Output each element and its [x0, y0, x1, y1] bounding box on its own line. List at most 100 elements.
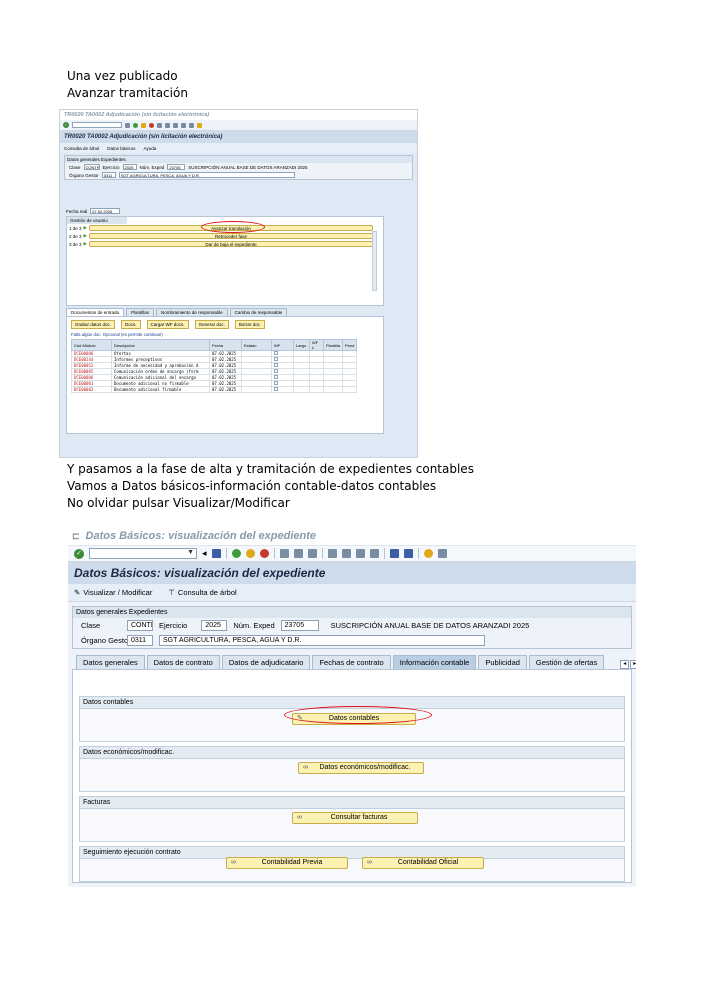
- back-icon[interactable]: [231, 549, 241, 558]
- section-title: Facturas: [80, 797, 624, 809]
- table-header-row: Cód Módulo Descripción Fecha Estado WF L…: [71, 339, 358, 351]
- document-buttons: Grabar datos doc. Docs. Cargar WF docs. …: [67, 317, 383, 332]
- ejercicio-label: Ejercicio: [102, 164, 120, 170]
- shortcut-icon[interactable]: [403, 549, 413, 558]
- previous-page-icon[interactable]: [341, 549, 351, 558]
- docs-button[interactable]: Docs.: [121, 320, 141, 329]
- num-exped-field[interactable]: 23705: [280, 620, 319, 631]
- find-icon[interactable]: [165, 122, 170, 128]
- num-exped-field[interactable]: 23705: [167, 164, 186, 170]
- middle-line: Vamos a Datos básicos-información contab…: [67, 479, 437, 493]
- enter-icon[interactable]: ✓: [63, 122, 69, 128]
- tab-gestion-ofertas[interactable]: Gestión de ofertas: [528, 655, 605, 669]
- table-row[interactable]: DCE00002 Documento adicional firmable 07.0…: [71, 386, 358, 393]
- new-session-icon[interactable]: [189, 122, 194, 128]
- tab-nombramiento[interactable]: Nombramiento de responsable: [156, 308, 228, 316]
- help-icon[interactable]: [197, 122, 202, 128]
- new-session-icon[interactable]: [389, 549, 399, 558]
- fecha-field[interactable]: 07.02.2025: [90, 208, 121, 214]
- group-title: Datos generales Expedientes: [65, 156, 412, 163]
- next-page-icon[interactable]: [355, 549, 365, 558]
- first-page-icon[interactable]: [327, 549, 337, 558]
- visualizar-modificar-button[interactable]: ✎ Visualizar / Modificar: [74, 588, 152, 597]
- command-field[interactable]: [72, 122, 122, 128]
- vertical-scrollbar[interactable]: [372, 231, 377, 291]
- first-page-icon[interactable]: [173, 122, 178, 128]
- enter-icon[interactable]: ✓: [74, 548, 84, 559]
- organo-desc-field: SGT AGRICULTURA, PESCA, AGUA Y D.R.: [118, 172, 295, 178]
- contabilidad-oficial-button[interactable]: ∞ Contabilidad Oficial: [362, 857, 484, 869]
- retroceder-fase-button[interactable]: Retroceder fase: [88, 233, 373, 239]
- highlight-ellipse: [284, 706, 432, 724]
- clase-label: Clase: [81, 621, 101, 630]
- last-page-icon[interactable]: [181, 122, 186, 128]
- organo-field[interactable]: 0311: [101, 172, 116, 178]
- window-menu-icon[interactable]: ⊏: [72, 531, 80, 542]
- middle-text: Y pasamos a la fase de alta y tramitació…: [67, 461, 474, 512]
- clase-field[interactable]: CONTR: [83, 164, 100, 170]
- tab-next-icon[interactable]: ▸: [630, 660, 636, 669]
- tab-datos-generales[interactable]: Datos generales: [76, 655, 145, 669]
- borrar-doc-button[interactable]: Borrar doc.: [234, 320, 266, 329]
- tab-prev-icon[interactable]: ◂: [620, 660, 630, 669]
- datos-economicos-button[interactable]: ∞ Datos económicos/modificac.: [298, 762, 424, 774]
- fecha-label: Fecha real: [66, 208, 88, 214]
- tab-plantillas[interactable]: Plantillas: [126, 308, 155, 316]
- exit-icon[interactable]: [245, 549, 255, 558]
- section-title: Seguimiento ejecución contrato: [80, 847, 624, 859]
- application-toolbar: ✎ Visualizar / Modificar ⊤ Consulta de árb…: [68, 584, 636, 602]
- missing-doc-note: Falta algún doc. Opcional (es permite co…: [71, 332, 163, 337]
- collapse-icon[interactable]: ◂: [202, 548, 207, 559]
- contabilidad-previa-button[interactable]: ∞ Contabilidad Previa: [226, 857, 348, 869]
- group-title: Datos generales Expedientes: [73, 607, 631, 618]
- cancel-icon[interactable]: [149, 122, 154, 128]
- print-icon[interactable]: [157, 122, 162, 128]
- save-icon[interactable]: [211, 549, 221, 558]
- wf-checkbox[interactable]: [274, 375, 278, 379]
- ejercicio-field[interactable]: 2025: [201, 620, 228, 631]
- wf-checkbox[interactable]: [274, 357, 278, 361]
- consultar-facturas-button[interactable]: ∞ Consultar facturas: [292, 812, 418, 824]
- wf-checkbox[interactable]: [274, 387, 278, 391]
- exit-icon[interactable]: [141, 122, 146, 128]
- tab-fechas-contrato[interactable]: Fechas de contrato: [312, 655, 391, 669]
- wf-checkbox[interactable]: [274, 351, 278, 355]
- cargar-wf-docs-button[interactable]: Cargar WF docs.: [146, 320, 189, 329]
- find-next-icon[interactable]: [307, 549, 317, 558]
- facturas-section: Facturas ∞ Consultar facturas: [79, 796, 625, 842]
- basic-data-button[interactable]: Datos básicos: [107, 146, 135, 151]
- consulta-arbol-button[interactable]: ⊤ Consulta de árbol: [168, 588, 236, 597]
- step-icon: ▶: [83, 233, 87, 238]
- tab-datos-contrato[interactable]: Datos de contrato: [146, 655, 220, 669]
- tab-datos-adjudicatario[interactable]: Datos de adjudicatario: [221, 655, 311, 669]
- find-icon[interactable]: [293, 549, 303, 558]
- tree-view-button[interactable]: Consulta de árbol: [64, 146, 99, 151]
- tab-documentos-entrada[interactable]: Documentos de entrada: [66, 308, 125, 316]
- grabar-datos-doc-button[interactable]: Grabar datos doc.: [71, 320, 116, 329]
- clase-field[interactable]: CONTR: [127, 620, 153, 631]
- intro-line: Avanzar tramitación: [67, 86, 188, 100]
- help-icon[interactable]: [423, 549, 433, 558]
- organo-desc-field: SGT AGRICULTURA, PESCA, AGUA Y D.R.: [159, 635, 485, 646]
- organo-field[interactable]: 0311: [127, 635, 153, 646]
- cancel-icon[interactable]: [259, 549, 269, 558]
- tab-publicidad[interactable]: Publicidad: [478, 655, 527, 669]
- help-button[interactable]: Ayuda: [144, 146, 157, 151]
- back-icon[interactable]: [133, 122, 138, 128]
- tab-informacion-contable[interactable]: Información contable: [392, 655, 477, 669]
- wf-checkbox[interactable]: [274, 369, 278, 373]
- wf-checkbox[interactable]: [274, 381, 278, 385]
- wf-checkbox[interactable]: [274, 363, 278, 367]
- screen-header: TR0020 TA0002 Adjudicación (sin licitaci…: [60, 131, 417, 143]
- command-field[interactable]: [89, 548, 197, 559]
- print-icon[interactable]: [279, 549, 289, 558]
- layout-icon[interactable]: [437, 549, 447, 558]
- tab-cambio-responsable[interactable]: Cambio de responsable: [229, 308, 288, 316]
- save-icon[interactable]: [125, 122, 130, 128]
- generar-doc-button[interactable]: Generar doc.: [194, 320, 229, 329]
- window-title: TR0020 TA0002 Adjudicación (sin licitaci…: [60, 110, 417, 120]
- intro-text: Una vez publicado Avanzar tramitación: [67, 68, 188, 102]
- ejercicio-field[interactable]: 2025: [122, 164, 137, 170]
- baja-expediente-button[interactable]: Dar de baja el expediente: [88, 241, 373, 247]
- last-page-icon[interactable]: [369, 549, 379, 558]
